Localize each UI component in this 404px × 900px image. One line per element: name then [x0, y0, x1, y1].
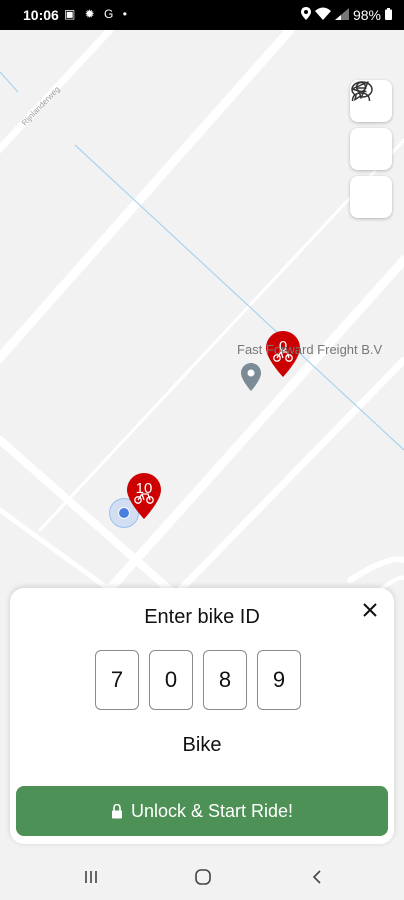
recent-apps-icon [85, 871, 97, 883]
bike-id-digit-3[interactable]: 8 [203, 650, 247, 710]
enter-bike-id-sheet: Enter bike ID 7 0 8 9 Bike Unlock & Star… [10, 588, 394, 844]
bike-id-digit-1[interactable]: 7 [95, 650, 139, 710]
street-label: Rijnlanderweg [20, 85, 62, 128]
recent-apps-button[interactable] [79, 865, 103, 889]
back-button[interactable] [305, 865, 329, 889]
unlock-start-ride-button[interactable]: Unlock & Start Ride! [16, 786, 388, 836]
map-controls [350, 80, 392, 218]
status-right: 98% [300, 7, 392, 23]
bike-id-digit-4[interactable]: 9 [257, 650, 301, 710]
location-icon [300, 7, 311, 23]
notification-icons: ▣ ✹ G • [64, 7, 130, 21]
unlock-button-label: Unlock & Start Ride! [130, 800, 294, 821]
signal-icon [334, 7, 349, 23]
back-icon [312, 870, 321, 884]
bike-station-marker[interactable]: 10 [127, 473, 161, 519]
lock-icon [111, 803, 122, 818]
navigate-icon [351, 81, 369, 99]
home-icon [195, 869, 211, 885]
system-nav-bar [0, 853, 404, 900]
bike-id-input: 7 0 8 9 [95, 650, 301, 710]
bike-id-digit-2[interactable]: 0 [149, 650, 193, 710]
wifi-icon [314, 7, 331, 23]
close-icon [363, 603, 377, 617]
status-bar: 10:06 ▣ ✹ G • 98% [0, 0, 404, 30]
bike-label: Bike [182, 734, 222, 756]
battery-icon [385, 7, 392, 23]
close-button[interactable] [358, 598, 382, 622]
status-time: 10:06 [23, 7, 59, 23]
battery-level: 98% [352, 7, 381, 23]
recenter-button[interactable] [350, 81, 392, 218]
poi-label: Fast Forward Freight B.V [237, 342, 383, 357]
sheet-title: Enter bike ID [144, 606, 260, 628]
chat-button[interactable] [350, 81, 392, 170]
home-button[interactable] [191, 865, 215, 889]
marker-count: 10 [135, 480, 153, 497]
